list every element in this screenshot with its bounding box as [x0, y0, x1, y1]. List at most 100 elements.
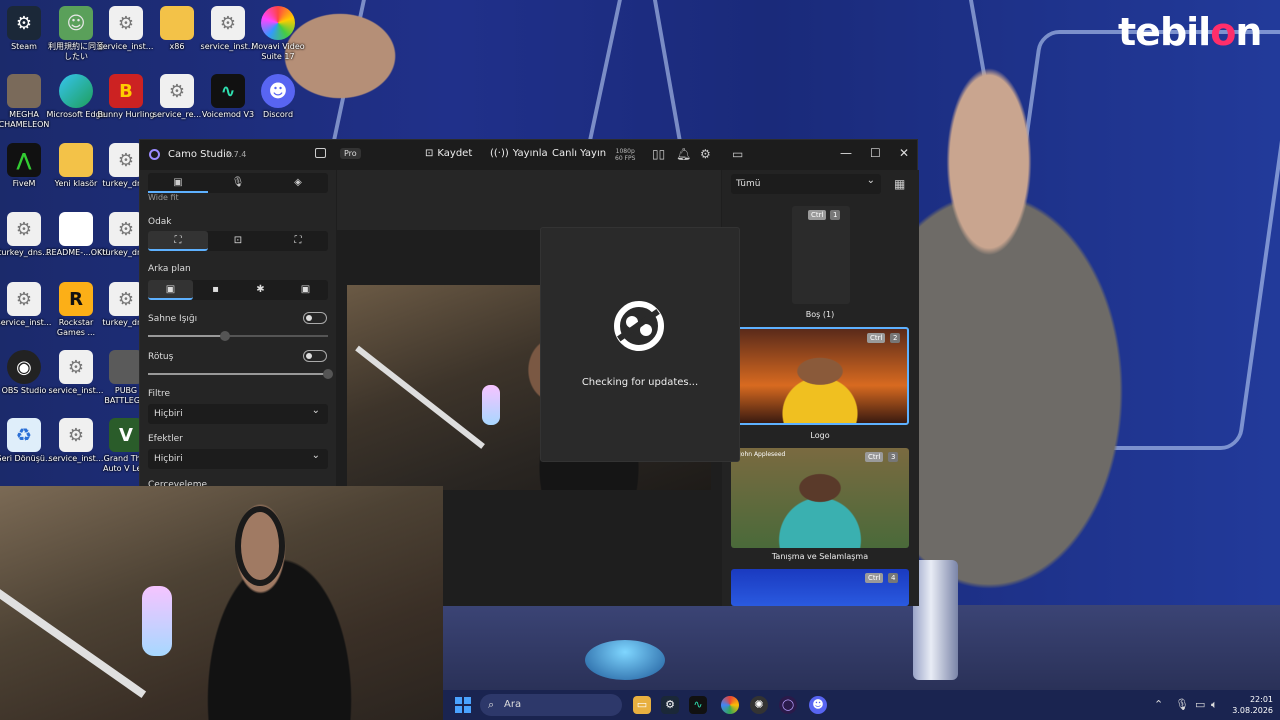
scene-card-1[interactable]: Ctrl 1: [792, 206, 850, 304]
camo-logo-icon: [614, 301, 664, 351]
grid-view-icon[interactable]: ▦: [894, 177, 905, 191]
mic-arm: [355, 345, 485, 449]
focus-auto-icon: ⛶: [174, 235, 182, 246]
stream-button[interactable]: ((·)) Yayınla: [490, 148, 548, 159]
settings-tabs: ▣ 🎙︎ ◈: [148, 173, 328, 193]
gear-icon[interactable]: ⚙: [700, 147, 711, 161]
minimize-icon[interactable]: —: [840, 146, 852, 160]
background-replace-icon: ▣: [300, 284, 311, 295]
rockstar-icon: R: [59, 282, 93, 316]
app-version: 2.7.4: [226, 150, 247, 159]
record-button[interactable]: ⊡ Kaydet: [425, 148, 472, 159]
movavi-icon: [261, 6, 295, 40]
stage-light-slider[interactable]: [148, 331, 328, 341]
gear-icon: ⚙: [109, 282, 143, 316]
desktop-icon-movavi[interactable]: Movavi Video Suite 17: [248, 6, 308, 62]
scene-card-3[interactable]: John Appleseed Ctrl 3: [731, 448, 909, 548]
steelseries-icon[interactable]: ✺: [750, 696, 768, 714]
close-icon[interactable]: ✕: [899, 146, 909, 160]
resolution-indicator[interactable]: 1080p 60 FPS: [615, 148, 635, 162]
gta-icon: V: [109, 418, 143, 452]
discord-icon: ☻: [261, 74, 295, 108]
camo-logo-icon: [149, 149, 160, 160]
scene-filter-select[interactable]: Tümü: [731, 171, 881, 194]
file-explorer-icon[interactable]: ▭: [633, 696, 651, 714]
background-remove-option[interactable]: ✱: [238, 280, 283, 300]
taskbar-search[interactable]: ⌕ Ara: [480, 694, 622, 716]
focus-auto-option[interactable]: ⛶: [148, 231, 208, 251]
canvas-toolbar-area: [337, 170, 721, 230]
microphone-icon[interactable]: 🎙︎: [1175, 698, 1189, 711]
camo-icon[interactable]: ◯: [779, 696, 797, 714]
live-stream-button[interactable]: Canlı Yayın: [552, 148, 606, 159]
display-icon[interactable]: ▭: [1195, 698, 1205, 711]
windows-taskbar: ⌕ Ara ▭ ⚙ ∿ ✺ ◯ ☻ ⌃ 🎙︎ ▭ 🔈︎ 22:01 3.08.20…: [443, 690, 1280, 720]
background-segmented-control: ▣ ▪ ✱ ▣: [148, 280, 328, 300]
microphone-icon: 🎙︎: [231, 177, 245, 188]
gear-icon: ⚙: [109, 143, 143, 177]
tab-audio[interactable]: 🎙︎: [208, 173, 268, 193]
focus-manual-icon: ⛶: [294, 235, 302, 246]
discord-icon[interactable]: ☻: [809, 696, 827, 714]
scene-caption-2: Logo: [810, 431, 830, 440]
retouch-label: Rötuş: [148, 352, 174, 362]
gear-icon: ⚙: [109, 212, 143, 246]
steam-icon[interactable]: ⚙: [661, 696, 679, 714]
person-blur-icon: ▪: [212, 284, 219, 295]
focus-segmented-control: ⛶ ⊡ ⛶: [148, 231, 328, 251]
desktop-icon-discord[interactable]: ☻ Discord: [248, 74, 308, 120]
focus-manual-option[interactable]: ⛶: [268, 231, 328, 251]
tab-layers[interactable]: ◈: [268, 173, 328, 193]
bunny-game-icon: B: [109, 74, 143, 108]
background-replace-option[interactable]: ▣: [283, 280, 328, 300]
background-blur-option[interactable]: ▪: [193, 280, 238, 300]
pubg-icon: [109, 350, 143, 384]
maximize-icon[interactable]: ☐: [870, 146, 881, 160]
scene-overlay-name: John Appleseed: [739, 451, 786, 458]
voicemod-icon[interactable]: ∿: [689, 696, 707, 714]
filter-select[interactable]: Hiçbiri: [148, 401, 328, 424]
effects-select[interactable]: Hiçbiri: [148, 446, 328, 469]
panel-toggle-icon[interactable]: ▭: [732, 147, 743, 161]
gear-icon: ⚙: [160, 74, 194, 108]
speaker-icon[interactable]: 🔈︎: [1211, 698, 1218, 712]
person-icon: ▣: [165, 284, 176, 295]
chrome-icon[interactable]: [721, 696, 739, 714]
gear-icon: ⚙: [7, 212, 41, 246]
focus-center-option[interactable]: ⊡: [208, 231, 268, 251]
retouch-toggle[interactable]: [303, 350, 327, 362]
retouch-slider[interactable]: [148, 369, 333, 379]
gear-icon: ⚙: [109, 6, 143, 40]
game-icon: [7, 74, 41, 108]
headset: [235, 506, 285, 586]
scene-card-2[interactable]: Ctrl 2: [731, 327, 909, 425]
sidebar-toggle-icon[interactable]: [315, 148, 326, 158]
slider-knob[interactable]: [220, 331, 231, 341]
background-none-option[interactable]: ▣: [148, 280, 193, 300]
microphone: [142, 586, 172, 656]
slider-knob[interactable]: [323, 369, 333, 379]
steam-icon: ⚙: [7, 6, 41, 40]
update-check-dialog: Checking for updates...: [540, 227, 740, 462]
game-icon: ☺: [59, 6, 93, 40]
scene-card-4[interactable]: Ctrl 4: [731, 569, 909, 606]
windows-start-icon[interactable]: [455, 697, 471, 713]
bell-icon[interactable]: 🔔︎: [676, 147, 691, 161]
webcam-overlay: [0, 486, 443, 720]
app-title: Camo Studio: [168, 149, 232, 160]
folder-icon: [160, 6, 194, 40]
update-status-message: Checking for updates...: [581, 377, 699, 388]
chevron-up-icon[interactable]: ⌃: [1154, 698, 1163, 711]
pro-badge[interactable]: Pro: [340, 148, 361, 159]
energy-drink-can: [913, 560, 958, 680]
system-clock[interactable]: 22:01 3.08.2026: [1223, 694, 1273, 716]
tab-video[interactable]: ▣: [148, 173, 208, 193]
scene-caption-3: Tanışma ve Selamlaşma: [771, 552, 869, 561]
filter-label: Filtre: [148, 389, 171, 399]
title-bar: Camo Studio 2.7.4 Pro ⊡ Kaydet ((·)) Yayın…: [140, 140, 917, 170]
split-view-icon[interactable]: ▯▯: [652, 147, 665, 161]
edge-icon: [59, 74, 93, 108]
stage-light-toggle[interactable]: [303, 312, 327, 324]
broadcast-icon: ((·)): [490, 148, 509, 159]
slider-fill: [148, 335, 226, 337]
